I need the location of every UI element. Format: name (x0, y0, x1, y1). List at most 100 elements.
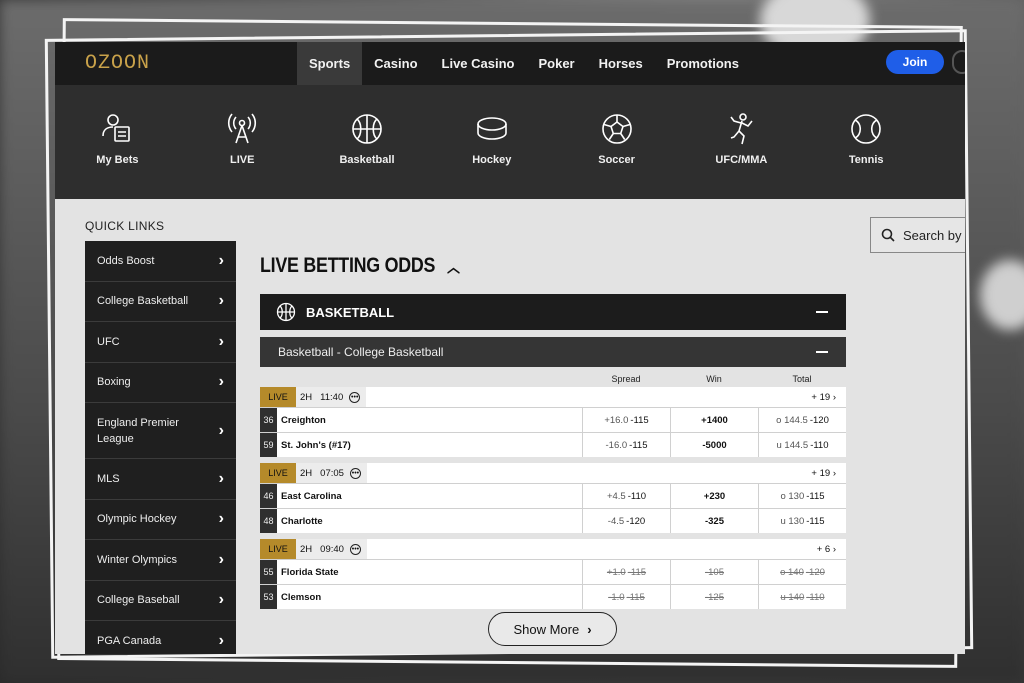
sport-soccer[interactable]: Soccer (554, 85, 679, 199)
spread-price: -120 (626, 515, 646, 527)
chevron-up-icon: ︿ (447, 258, 460, 276)
quick-link-ufc[interactable]: UFC › (85, 322, 236, 363)
more-options-icon[interactable]: ••• (349, 467, 361, 479)
live-broadcast-icon (228, 113, 257, 144)
total-odds-button[interactable]: u 144.5 -110 (758, 433, 846, 457)
collapse-minus-icon[interactable] (816, 311, 828, 313)
quick-links-title: QUICK LINKS (85, 219, 165, 233)
site-logo[interactable]: OZOON (85, 52, 297, 75)
tab-sports[interactable]: Sports (297, 42, 363, 85)
game-card: LIVE 2H 07:05 ••• + 19 › 46 East Carolin… (260, 463, 846, 533)
chevron-right-icon: › (218, 591, 224, 609)
moneyline-odds-button[interactable]: +230 (670, 484, 758, 508)
login-button-edge[interactable] (952, 50, 965, 74)
quick-link-pga-canada[interactable]: PGA Canada › (85, 621, 236, 654)
quick-link-odds-boost[interactable]: Odds Boost › (85, 241, 236, 282)
sport-ufc-mma[interactable]: UFC/MMA (679, 85, 804, 199)
table-row: 48 Charlotte -4.5 -120 -325 u 130 -115 (260, 508, 846, 533)
spread-line: -4.5 (607, 515, 625, 527)
quick-link-mls[interactable]: MLS › (85, 459, 236, 500)
sport-label: My Bets (96, 154, 139, 166)
more-options-icon[interactable]: ••• (349, 391, 361, 403)
chevron-right-icon: › (218, 292, 224, 310)
tab-promotions[interactable]: Promotions (655, 42, 751, 85)
sport-header-basketball[interactable]: BASKETBALL (260, 294, 846, 330)
quick-link-label: Winter Olympics (97, 553, 178, 566)
more-markets-link[interactable]: + 19 › (811, 468, 836, 479)
search-input[interactable]: Search by s (870, 217, 965, 253)
more-markets-link[interactable]: + 19 › (811, 392, 836, 403)
moneyline-odds-button[interactable]: -5000 (670, 433, 758, 457)
chevron-right-icon: › (218, 373, 224, 391)
search-placeholder: Search by s (903, 227, 965, 243)
content-area: QUICK LINKS Odds Boost › College Basketba… (55, 199, 965, 654)
sport-live[interactable]: LIVE (180, 85, 305, 199)
table-row: 55 Florida State +1.0 -115 -105 o 140 -120 (260, 559, 846, 584)
total-price: -120 (809, 414, 829, 426)
chevron-right-icon: › (218, 469, 224, 487)
game-card: LIVE 2H 11:40 ••• + 19 › 36 Creighton +1… (260, 387, 846, 457)
total-odds-button: u 140 -110 (758, 585, 846, 609)
show-more-button[interactable]: Show More › (488, 612, 617, 646)
more-markets-link[interactable]: + 6 › (817, 544, 836, 555)
quick-link-label: Odds Boost (97, 254, 155, 267)
join-button[interactable]: Join (886, 50, 944, 74)
spread-odds-button[interactable]: -4.5 -120 (582, 509, 670, 533)
tab-live-casino[interactable]: Live Casino (430, 42, 527, 85)
team-name: Clemson (281, 591, 322, 603)
game-header: LIVE 2H 09:40 ••• + 6 › (260, 539, 846, 559)
quick-link-college-basketball[interactable]: College Basketball › (85, 281, 236, 322)
sport-header-label: BASKETBALL (306, 304, 395, 320)
total-odds-button[interactable]: u 130 -115 (758, 509, 846, 533)
table-row: 59 St. John's (#17) -16.0 -115 -5000 u 14… (260, 432, 846, 457)
total-price: -110 (810, 439, 829, 451)
quick-link-college-baseball[interactable]: College Baseball › (85, 580, 236, 621)
quick-link-olympic-hockey[interactable]: Olympic Hockey › (85, 499, 236, 540)
collapse-minus-icon[interactable] (816, 351, 828, 353)
total-odds-button[interactable]: o 144.5 -120 (758, 408, 846, 432)
sport-label: Hockey (472, 154, 512, 166)
quick-link-boxing[interactable]: Boxing › (85, 362, 236, 403)
quick-link-label: College Basketball (97, 295, 189, 308)
more-options-icon[interactable]: ••• (349, 543, 361, 555)
team-name: East Carolina (281, 490, 342, 502)
sport-label: Tennis (848, 154, 884, 166)
live-badge: LIVE (260, 539, 296, 559)
total-line: o 140 (780, 566, 804, 578)
team-rotation-number: 46 (260, 484, 277, 508)
tab-poker[interactable]: Poker (526, 42, 586, 85)
spread-odds-button[interactable]: +4.5 -110 (582, 484, 670, 508)
league-header[interactable]: Basketball - College Basketball (260, 337, 846, 367)
quick-link-label: Olympic Hockey (97, 513, 177, 526)
sport-tennis[interactable]: Tennis (804, 85, 929, 199)
chevron-right-icon: › (218, 251, 224, 269)
quick-link-england-premier-league[interactable]: England Premier League › (85, 403, 236, 459)
sport-hockey[interactable]: Hockey (429, 85, 554, 199)
table-row: 46 East Carolina +4.5 -110 +230 o 130 -115 (260, 483, 846, 508)
game-header: LIVE 2H 07:05 ••• + 19 › (260, 463, 846, 483)
top-nav: OZOON Sports Casino Live Casino Poker Ho… (55, 42, 965, 85)
moneyline-odds-button[interactable]: -325 (670, 509, 758, 533)
game-period: 2H (300, 467, 313, 479)
main-nav-tabs: Sports Casino Live Casino Poker Horses P… (297, 42, 751, 85)
total-odds-button[interactable]: o 130 -115 (758, 484, 846, 508)
spread-odds-button[interactable]: +16.0 -115 (582, 408, 670, 432)
game-clock: 2H 11:40 ••• (296, 387, 367, 407)
spread-line: -16.0 (605, 439, 628, 451)
spread-odds-button: +1.0 -115 (582, 560, 670, 584)
tab-casino[interactable]: Casino (362, 42, 429, 85)
quick-link-winter-olympics[interactable]: Winter Olympics › (85, 540, 236, 581)
game-clock: 2H 07:05 ••• (296, 463, 367, 483)
live-betting-title[interactable]: LIVE BETTING ODDS ︿ (260, 254, 460, 278)
column-header-win: Win (706, 374, 722, 384)
quick-link-label: PGA Canada (97, 634, 162, 647)
spread-odds-button[interactable]: -16.0 -115 (582, 433, 670, 457)
tab-horses[interactable]: Horses (587, 42, 655, 85)
sport-label: Soccer (598, 154, 635, 166)
sportsbook-page: OZOON Sports Casino Live Casino Poker Ho… (55, 42, 965, 654)
sport-label: UFC/MMA (715, 154, 768, 166)
spread-price: -115 (630, 414, 649, 426)
sport-basketball[interactable]: Basketball (305, 85, 430, 199)
moneyline-odds-button[interactable]: +1400 (670, 408, 758, 432)
sport-my-bets[interactable]: My Bets (55, 85, 180, 199)
